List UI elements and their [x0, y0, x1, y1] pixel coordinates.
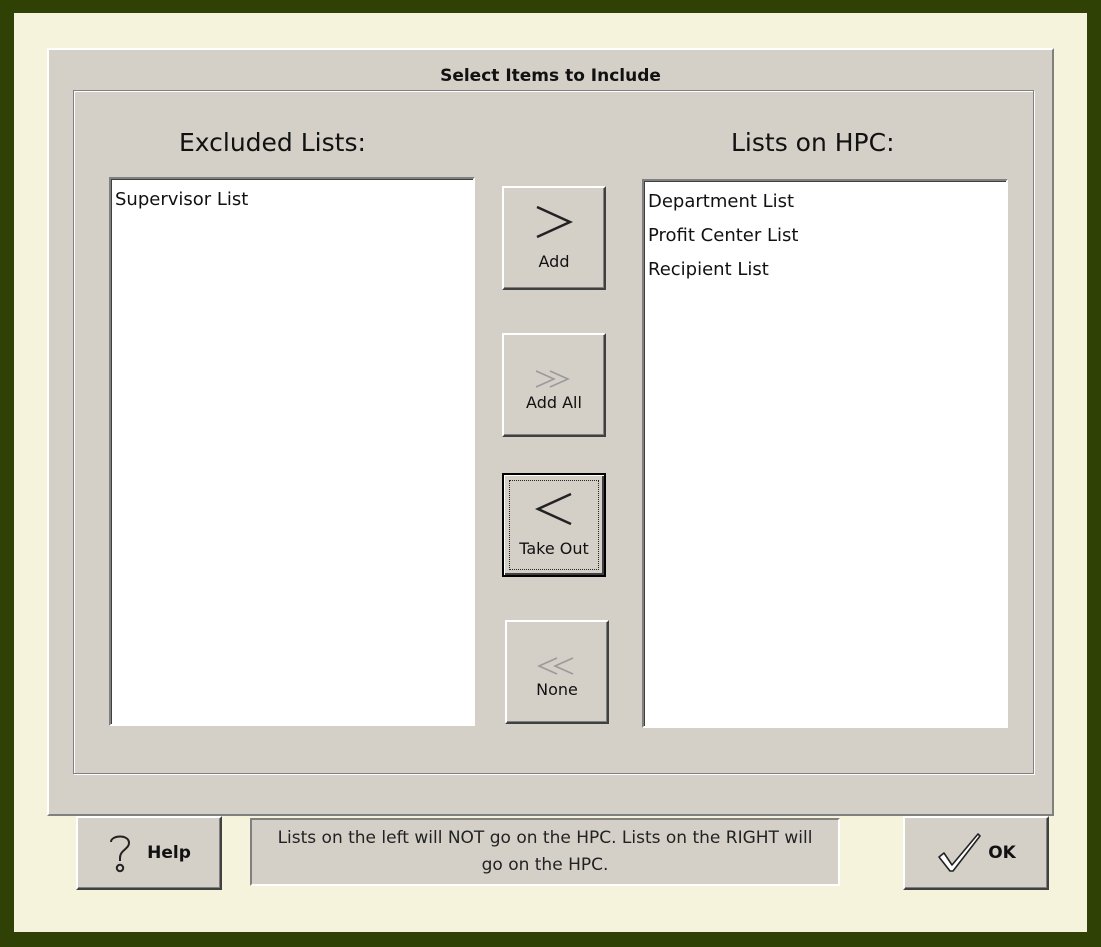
status-message-box: Lists on the left will NOT go on the HPC…: [250, 818, 840, 886]
selection-panel: Select Items to Include Excluded Lists: …: [47, 48, 1054, 816]
help-button[interactable]: Help: [76, 816, 222, 890]
question-mark-icon: [110, 835, 131, 873]
status-message: Lists on the left will NOT go on the HPC…: [277, 828, 813, 875]
excluded-lists-header: Excluded Lists:: [179, 128, 366, 157]
ok-button[interactable]: OK: [903, 816, 1049, 890]
checkmark-icon: [938, 833, 981, 872]
add-all-button[interactable]: Add All: [502, 333, 606, 437]
dialog-inner: Select Items to Include Excluded Lists: …: [14, 13, 1087, 932]
none-button[interactable]: None: [505, 620, 609, 724]
add-button-label: Add: [538, 252, 570, 271]
none-button-label: None: [536, 680, 578, 699]
list-item[interactable]: Department List: [648, 185, 1002, 219]
focus-ring: [509, 480, 599, 570]
single-chevron-right-icon: [536, 205, 574, 239]
take-out-button[interactable]: Take Out: [502, 473, 606, 577]
add-button[interactable]: Add: [502, 186, 606, 290]
list-item[interactable]: Recipient List: [648, 253, 1002, 287]
group-title: Select Items to Include: [436, 66, 665, 86]
list-item[interactable]: Supervisor List: [115, 183, 469, 217]
excluded-listbox[interactable]: Supervisor List: [109, 177, 475, 726]
included-lists-header: Lists on HPC:: [731, 128, 895, 157]
included-listbox[interactable]: Department List Profit Center List Recip…: [642, 179, 1008, 728]
add-all-button-label: Add All: [526, 393, 582, 412]
help-button-label: Help: [147, 843, 191, 863]
ok-button-label: OK: [988, 843, 1016, 863]
list-item[interactable]: Profit Center List: [648, 219, 1002, 253]
